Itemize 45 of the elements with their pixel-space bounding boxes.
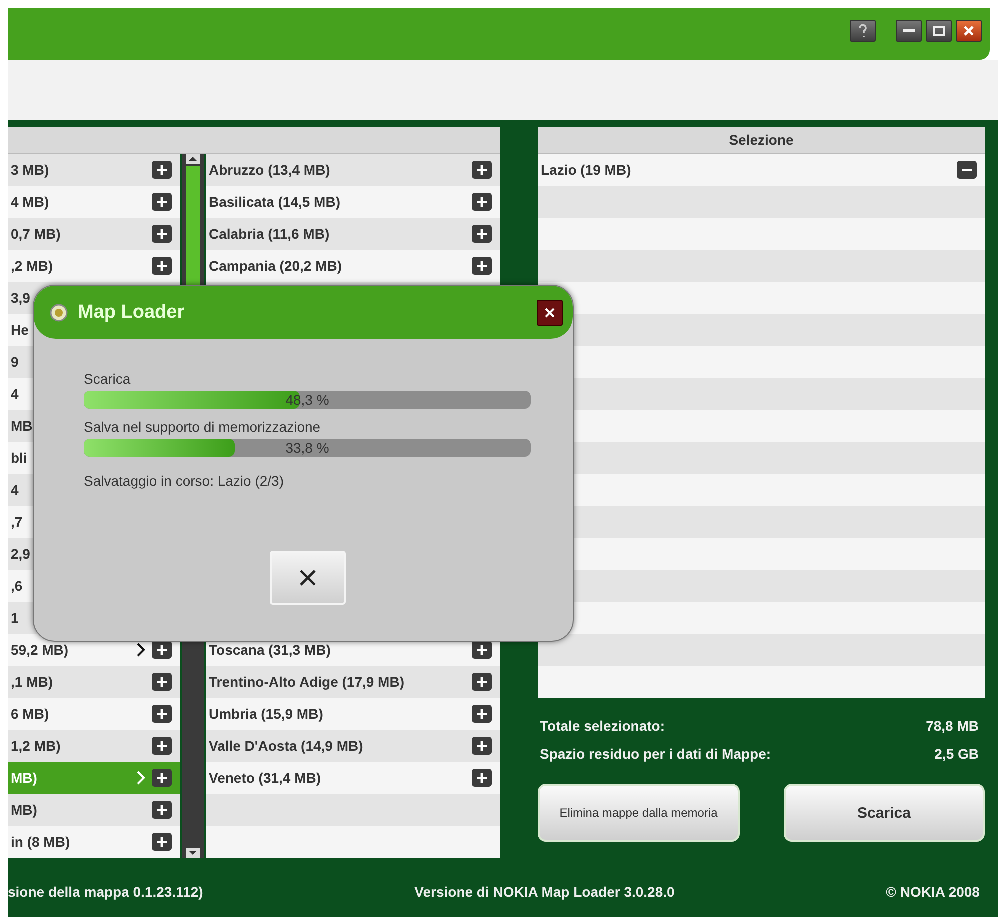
region-name: 4 — [11, 482, 19, 498]
region-name: MB — [11, 418, 33, 434]
region-name: 59,2 MB) — [11, 642, 69, 658]
total-value: 78,8 MB — [926, 718, 979, 734]
region-name: Toscana (31,3 MB) — [209, 642, 331, 658]
region-name: ,6 — [11, 578, 23, 594]
region-name: MB) — [11, 770, 38, 786]
region-name: MB) — [11, 802, 38, 818]
region-name: ,7 — [11, 514, 23, 530]
footer-text: Versione di NOKIA Map Loader 3.0.28.0 — [414, 884, 675, 900]
footer-text: sione della mappa 0.1.23.112) — [8, 884, 204, 900]
total-label: Totale selezionato: — [540, 718, 665, 734]
region-name: Abruzzo (13,4 MB) — [209, 162, 330, 178]
region-name: He — [11, 322, 29, 338]
footer-text: © NOKIA 2008 — [886, 884, 980, 900]
region-name: Campania (20,2 MB) — [209, 258, 342, 274]
region-name: 6 MB) — [11, 706, 50, 722]
progress-label: Salva nel supporto di memorizzazione — [84, 419, 322, 435]
selection-header: Selezione — [538, 127, 985, 154]
status-text: Salvataggio in corso: Lazio (2/3) — [84, 473, 285, 489]
region-name: Calabria (11,6 MB) — [209, 226, 330, 242]
region-name: in (8 MB) — [11, 834, 70, 850]
total-label: Spazio residuo per i dati di Mappe: — [540, 746, 772, 762]
region-name: Veneto (31,4 MB) — [209, 770, 322, 786]
region-name: ,2 MB) — [11, 258, 53, 274]
region-name: 1,2 MB) — [11, 738, 61, 754]
region-name: ,1 MB) — [11, 674, 53, 690]
region-name: Valle D'Aosta (14,9 MB) — [209, 738, 364, 754]
region-name: 2,9 — [11, 546, 30, 562]
region-name: 9 — [11, 354, 19, 370]
region-name: 3,9 — [11, 290, 30, 306]
total-value: 2,5 GB — [934, 746, 979, 762]
dialog-title: Map Loader — [78, 302, 186, 324]
progress-label: Scarica — [84, 371, 132, 387]
region-name: Lazio (19 MB) — [541, 162, 632, 178]
region-name: bli — [11, 450, 28, 466]
region-name: Trentino-Alto Adige (17,9 MB) — [209, 674, 404, 690]
region-name: 3 MB) — [11, 162, 50, 178]
region-name: Umbria (15,9 MB) — [209, 706, 324, 722]
region-name: 4 MB) — [11, 194, 50, 210]
region-name: 4 — [11, 386, 19, 402]
region-name: 1 — [11, 610, 19, 626]
region-name: Basilicata (14,5 MB) — [209, 194, 340, 210]
region-name: 0,7 MB) — [11, 226, 61, 242]
progress-reading: 33,8 % — [284, 439, 330, 457]
